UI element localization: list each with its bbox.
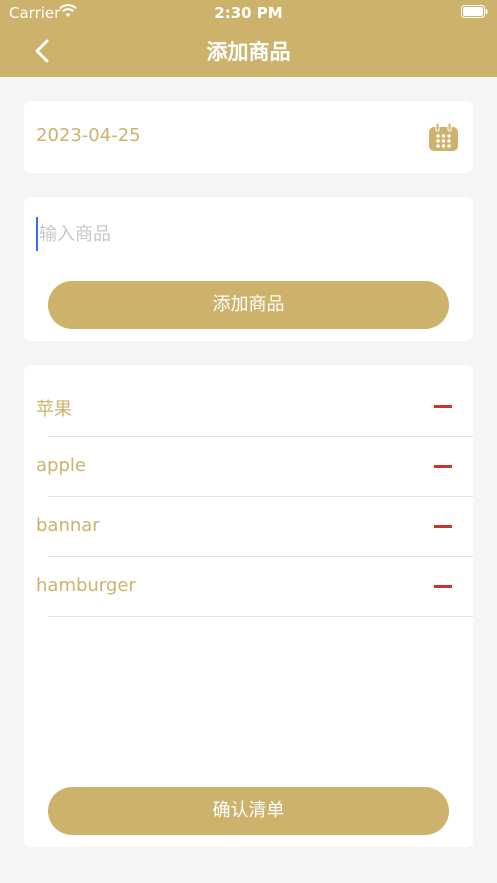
list-item: bannar: [24, 497, 473, 557]
list-item: hamburger: [24, 557, 473, 617]
goods-list-card: 苹果 apple bannar hamburger 确认清单: [24, 365, 473, 847]
list-item: 苹果: [24, 377, 473, 437]
status-bar: Carrier 2:30 PM: [0, 0, 497, 26]
item-label: apple: [36, 455, 86, 476]
nav-bar: 添加商品: [0, 26, 497, 77]
item-label: hamburger: [36, 575, 136, 596]
minus-icon[interactable]: [434, 518, 452, 536]
minus-icon[interactable]: [434, 398, 452, 416]
battery-icon: [461, 5, 488, 18]
add-goods-card: 添加商品: [24, 197, 473, 341]
calendar-icon[interactable]: [428, 122, 459, 152]
list-item: apple: [24, 437, 473, 497]
confirm-list-button[interactable]: 确认清单: [48, 787, 449, 835]
minus-icon[interactable]: [434, 578, 452, 596]
add-goods-button[interactable]: 添加商品: [48, 281, 449, 329]
app-header: Carrier 2:30 PM 添加商品: [0, 0, 497, 77]
page-title: 添加商品: [206, 40, 291, 64]
item-label: 苹果: [36, 399, 72, 420]
divider: [48, 616, 473, 617]
item-label: bannar: [36, 515, 100, 536]
goods-input[interactable]: [36, 217, 456, 251]
date-value[interactable]: 2023-04-25: [36, 125, 141, 146]
clock: 2:30 PM: [214, 4, 283, 22]
date-card[interactable]: 2023-04-25: [24, 101, 473, 173]
minus-icon[interactable]: [434, 458, 452, 476]
